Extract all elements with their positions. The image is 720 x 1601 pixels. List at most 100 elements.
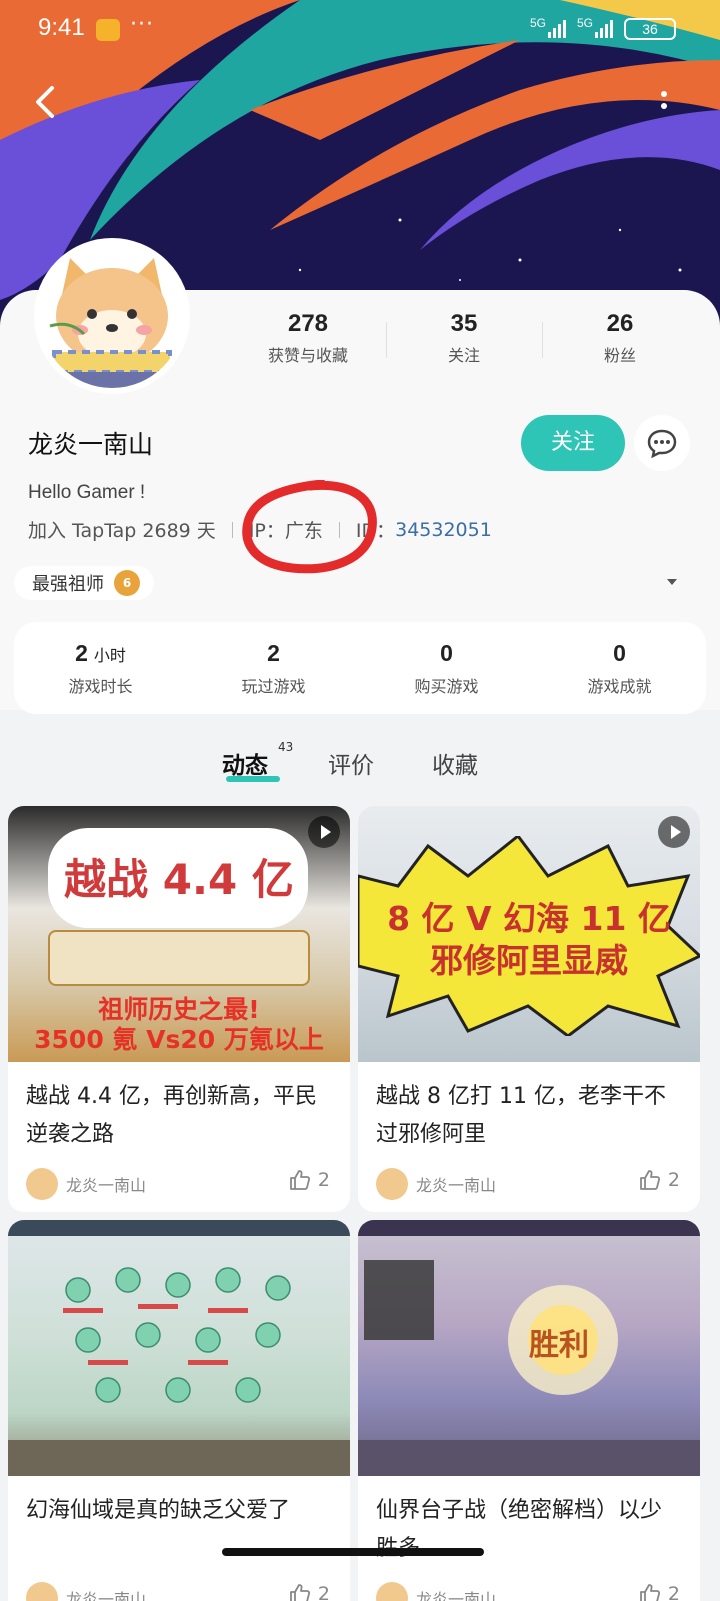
more-vertical-icon[interactable]	[652, 84, 676, 120]
stat-following[interactable]: 35 关注	[386, 310, 542, 366]
game-stat-number: 2	[75, 639, 88, 666]
thumb-headline: 胜利	[529, 1328, 589, 1363]
chevron-down-icon[interactable]	[664, 576, 680, 588]
game-stat-label: 购买游戏	[414, 676, 479, 696]
post-thumbnail[interactable]	[8, 1220, 350, 1476]
stat-number: 35	[450, 310, 478, 337]
game-stat-achievements[interactable]: 0 游戏成就	[533, 640, 706, 697]
back-arrow-icon[interactable]	[28, 84, 64, 120]
battle-panel-decoration	[48, 930, 310, 986]
post-footer: 龙炎一南山 2	[8, 1576, 350, 1601]
post-title: 仙界台子战（绝密解档）以少胜多	[376, 1498, 663, 1561]
game-stat-playtime[interactable]: 2 小时 游戏时长	[14, 640, 187, 697]
follow-button[interactable]: 关注	[521, 415, 625, 471]
post-card[interactable]: 越战 4.4 亿 祖师历史之最! 3500 氪 Vs20 万氪以上 越战 4.4…	[8, 806, 350, 1212]
author-avatar-icon	[376, 1582, 408, 1601]
game-hud-decoration	[358, 1220, 700, 1236]
thumbs-up-icon	[290, 1170, 310, 1190]
author-avatar-icon	[376, 1168, 408, 1200]
content-tabs: 动态 43 评价 收藏	[0, 740, 720, 786]
stat-fans[interactable]: 26 粉丝	[542, 310, 698, 366]
game-stat-played[interactable]: 2 玩过游戏	[187, 640, 360, 697]
post-footer: 龙炎一南山 2	[358, 1576, 700, 1601]
post-thumbnail[interactable]: 8 亿 V 幻海 11 亿 邪修阿里显威	[358, 806, 700, 1062]
play-icon	[308, 816, 340, 848]
like-count: 2	[317, 1583, 330, 1601]
signal-label-2: 5G	[577, 16, 594, 30]
post-thumbnail[interactable]: 胜利	[358, 1220, 700, 1476]
more-notifications-icon: ···	[130, 12, 154, 37]
post-card[interactable]: 胜利 仙界台子战（绝密解档）以少胜多 龙炎一南山 2	[358, 1220, 700, 1601]
bio: Hello Gamer !	[28, 482, 146, 503]
message-icon[interactable]	[634, 415, 690, 471]
post-title: 幻海仙域是真的缺乏父爱了	[26, 1498, 291, 1523]
game-stat-label: 游戏时长	[68, 676, 133, 696]
post-footer: 龙炎一南山 2	[358, 1162, 700, 1212]
like-count: 2	[317, 1169, 330, 1191]
skill-bar-decoration	[8, 1440, 350, 1476]
stat-number: 278	[287, 310, 329, 337]
join-days: 加入 TapTap 2689 天	[28, 520, 216, 542]
post-author: 龙炎一南山	[416, 1176, 497, 1195]
status-time: 9:41	[38, 14, 85, 41]
battery-icon: 36	[624, 18, 676, 40]
thumb-headline: 8 亿 V 幻海 11 亿	[387, 899, 671, 938]
status-bar: 9:41 ··· 5G 5G 36	[0, 0, 720, 60]
stat-label: 获赞与收藏	[267, 346, 348, 365]
game-hud-decoration	[8, 1220, 350, 1236]
like-count: 2	[667, 1583, 680, 1601]
post-card[interactable]: 幻海仙域是真的缺乏父爱了 龙炎一南山 2	[8, 1220, 350, 1601]
profile-stats: 278 获赞与收藏 35 关注 26 粉丝	[230, 310, 700, 366]
stat-number: 26	[606, 310, 634, 337]
post-footer: 龙炎一南山 2	[8, 1162, 350, 1212]
author-avatar-icon	[26, 1582, 58, 1601]
player-title: 最强祖师	[32, 574, 104, 595]
username: 龙炎一南山	[28, 430, 154, 459]
active-tab-indicator	[226, 776, 280, 782]
signal-label-1: 5G	[530, 16, 547, 30]
game-stat-number: 0	[440, 639, 453, 666]
thumbs-up-icon	[290, 1584, 310, 1601]
like-button[interactable]: 2	[288, 1168, 330, 1192]
like-button[interactable]: 2	[638, 1582, 680, 1601]
stat-label: 关注	[447, 346, 480, 365]
post-thumbnail[interactable]: 越战 4.4 亿 祖师历史之最! 3500 氪 Vs20 万氪以上	[8, 806, 350, 1062]
shiba-avatar-icon	[40, 244, 184, 388]
tab-posts[interactable]: 动态 43	[222, 740, 293, 780]
stat-likes[interactable]: 278 获赞与收藏	[230, 310, 386, 366]
user-id[interactable]: 34532051	[395, 519, 492, 541]
stat-label: 粉丝	[603, 346, 636, 365]
post-title: 越战 8 亿打 11 亿，老李干不过邪修阿里	[376, 1084, 666, 1147]
game-stat-purchased[interactable]: 0 购买游戏	[360, 640, 533, 697]
signal-icon-1	[548, 20, 566, 38]
post-author: 龙炎一南山	[416, 1590, 497, 1601]
tab-count: 43	[278, 740, 294, 754]
thumb-subline: 3500 氪 Vs20 万氪以上	[34, 1025, 324, 1054]
profile-page: 9:41 ··· 5G 5G 36 278 获赞与收藏 35 关注 26 粉丝 …	[0, 0, 720, 1601]
avatar[interactable]	[34, 238, 190, 394]
thumbs-up-icon	[640, 1170, 660, 1190]
game-stat-number: 0	[613, 639, 626, 666]
app-notification-icon	[96, 19, 120, 41]
thumb-subline: 邪修阿里显威	[430, 941, 628, 980]
home-indicator[interactable]	[222, 1548, 484, 1556]
game-stat-label: 玩过游戏	[241, 676, 306, 696]
like-count: 2	[667, 1169, 680, 1191]
medal-icon: 6	[114, 570, 140, 596]
game-scene-decoration	[63, 1267, 291, 1403]
post-card[interactable]: 8 亿 V 幻海 11 亿 邪修阿里显威 越战 8 亿打 11 亿，老李干不过邪…	[358, 806, 700, 1212]
like-button[interactable]: 2	[638, 1168, 680, 1192]
title-badge-row[interactable]: 最强祖师 6	[14, 566, 154, 600]
thumbs-up-icon	[640, 1584, 660, 1601]
red-circle-annotation-icon	[242, 480, 377, 574]
author-avatar-icon	[26, 1168, 58, 1200]
game-stat-unit: 小时	[93, 645, 126, 665]
divider	[231, 521, 233, 538]
play-icon	[658, 816, 690, 848]
signal-icon-2	[595, 20, 613, 38]
like-button[interactable]: 2	[288, 1582, 330, 1601]
game-stat-number: 2	[267, 639, 280, 666]
tab-reviews[interactable]: 评价	[328, 746, 374, 780]
skill-bar-decoration	[358, 1440, 700, 1476]
tab-favorites[interactable]: 收藏	[432, 746, 478, 780]
